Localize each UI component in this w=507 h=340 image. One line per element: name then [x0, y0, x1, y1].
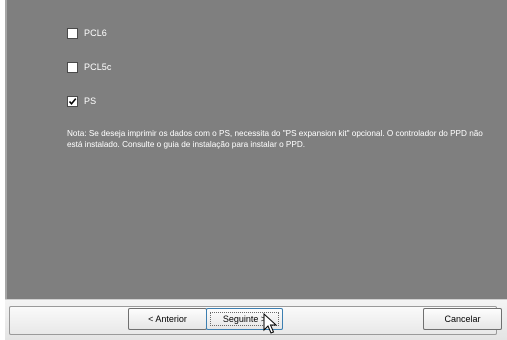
pcl6-label: PCL6	[84, 28, 107, 38]
checkmark-icon	[68, 97, 77, 105]
back-button-label: < Anterior	[148, 314, 187, 324]
content-panel: PCL6 PCL5c PS Nota: Se deseja imprimir o…	[5, 0, 507, 299]
back-button[interactable]: < Anterior	[128, 308, 207, 330]
button-bar: < Anterior Seguinte > Cancelar	[5, 299, 507, 340]
ps-label: PS	[84, 96, 97, 106]
cancel-button-label: Cancelar	[444, 314, 481, 324]
mouse-pointer-icon	[263, 313, 277, 334]
ppd-note: Nota: Se deseja imprimir os dados com o …	[67, 129, 483, 149]
cancel-button[interactable]: Cancelar	[423, 308, 502, 330]
ps-checkbox[interactable]	[67, 95, 78, 107]
option-pcl6[interactable]: PCL6	[67, 26, 107, 40]
pcl6-checkbox[interactable]	[67, 27, 78, 39]
installer-dialog: PCL6 PCL5c PS Nota: Se deseja imprimir o…	[5, 0, 507, 340]
option-ps[interactable]: PS	[67, 94, 96, 108]
option-pcl5c[interactable]: PCL5c	[67, 60, 112, 74]
pcl5c-label: PCL5c	[84, 62, 112, 72]
pcl5c-checkbox[interactable]	[67, 61, 78, 73]
